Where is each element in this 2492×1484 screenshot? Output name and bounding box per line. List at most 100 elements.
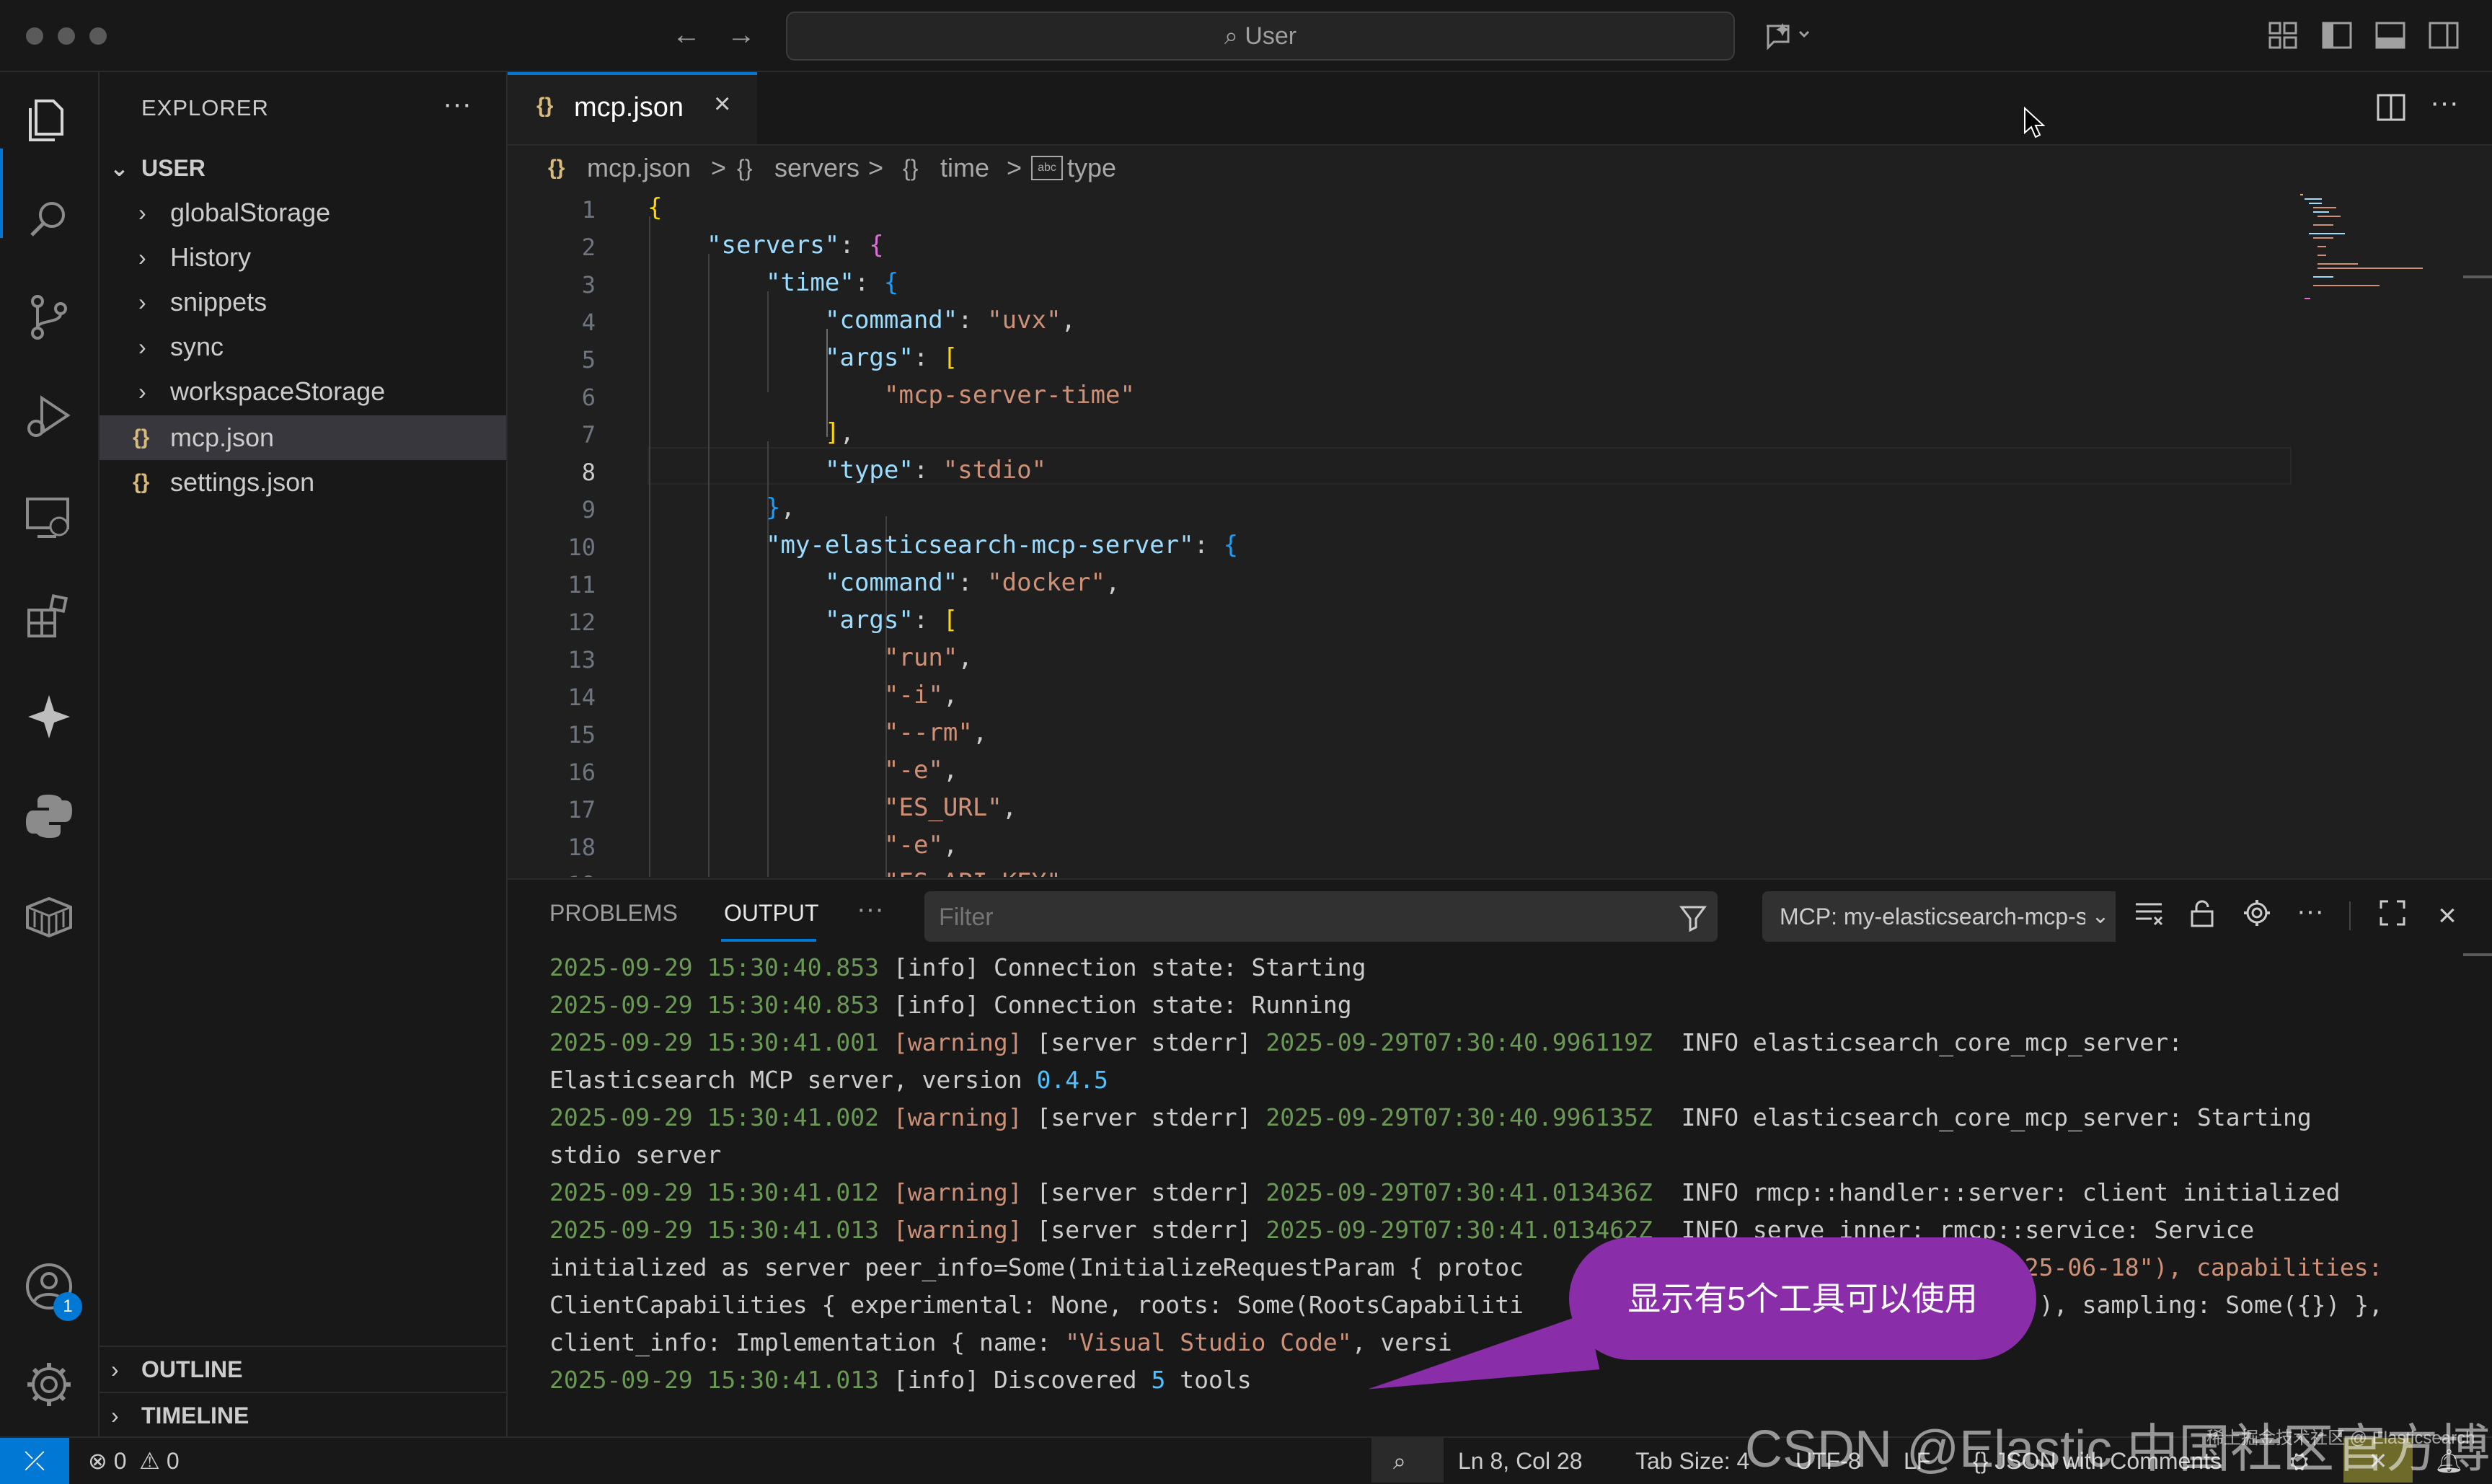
json-string: "ES_API_KEY", xyxy=(884,868,1076,877)
accounts-badge: 1 xyxy=(53,1292,82,1321)
timeline-section-header[interactable]: › TIMELINE xyxy=(100,1392,506,1438)
log-line: Elasticsearch MCP server, version 0.4.5 xyxy=(549,1066,1108,1094)
toggle-sidebar-icon[interactable] xyxy=(2320,19,2354,52)
panel-more-tabs-button[interactable]: ··· xyxy=(857,894,884,925)
tree-folder-sync[interactable]: › sync xyxy=(100,324,506,369)
active-tab-indicator xyxy=(721,939,816,942)
tree-file-mcp-json[interactable]: {} mcp.json xyxy=(100,415,506,460)
json-key: "args" xyxy=(825,343,914,372)
problems-status[interactable]: ⊗ 0 ⚠ 0 xyxy=(88,1438,180,1484)
toolbar-divider xyxy=(2349,901,2351,930)
chevron-down-icon: ⌄ xyxy=(110,155,129,181)
maximize-panel-icon[interactable] xyxy=(2374,897,2411,935)
zoom-icon: ⌕ xyxy=(1393,1448,1406,1474)
accounts-icon[interactable]: 1 xyxy=(20,1258,82,1321)
split-editor-icon[interactable] xyxy=(2375,91,2408,124)
log-line: 2025-09-29 15:30:41.002 [warning] [serve… xyxy=(549,1103,2312,1131)
window-close-button[interactable] xyxy=(26,27,43,45)
search-icon: ⌕ xyxy=(1224,22,1245,50)
toggle-secondary-sidebar-icon[interactable] xyxy=(2427,19,2460,52)
tree-folder-globalstorage[interactable]: › globalStorage xyxy=(100,190,506,235)
line-number: 19 xyxy=(508,871,596,877)
remote-explorer-icon[interactable] xyxy=(20,489,78,547)
source-control-icon[interactable] xyxy=(20,288,78,346)
log-line: 2025-09-29 15:30:40.853 [info] Connectio… xyxy=(549,953,1366,981)
arrow-left-icon[interactable]: ← xyxy=(668,16,705,53)
activity-bar: 1 xyxy=(0,72,100,1436)
run-debug-icon[interactable] xyxy=(20,388,78,446)
tree-root-user[interactable]: ⌄ USER xyxy=(100,146,506,190)
sidebar-more-actions-button[interactable]: ··· xyxy=(443,88,472,120)
remote-indicator-button[interactable]: ⤫ xyxy=(0,1438,69,1484)
panel-scrollbar[interactable] xyxy=(2463,953,2492,956)
search-icon[interactable] xyxy=(20,190,78,248)
json-string: "-e" xyxy=(884,831,943,860)
close-icon[interactable]: × xyxy=(714,88,730,120)
lock-scroll-icon[interactable] xyxy=(2183,897,2221,935)
explorer-icon[interactable] xyxy=(20,91,78,149)
log-line: 2025-09-29 15:30:41.013 [warning] [serve… xyxy=(549,1216,2255,1244)
filter-icon[interactable] xyxy=(1679,903,1707,932)
window-minimize-button[interactable] xyxy=(58,27,75,45)
tab-problems[interactable]: PROBLEMS xyxy=(549,900,678,927)
output-channel-select[interactable]: MCP: my-elasticsearch-mcp-server xyxy=(1762,891,2116,942)
tab-output[interactable]: OUTPUT xyxy=(724,900,819,927)
copilot-icon[interactable] xyxy=(1761,19,1810,52)
python-icon[interactable] xyxy=(20,787,78,845)
filter-input[interactable] xyxy=(924,891,1661,943)
line-number: 2 xyxy=(581,234,596,261)
chevron-down-icon[interactable]: ⌄ xyxy=(2085,891,2116,942)
tree-folder-workspacestorage[interactable]: › workspaceStorage xyxy=(100,369,506,414)
log-line: stdio server xyxy=(549,1141,722,1169)
code-editor[interactable]: 12345678910111213141516171819 { "servers… xyxy=(508,190,2492,877)
tree-folder-history[interactable]: › History xyxy=(100,235,506,280)
json-key: "my-elasticsearch-mcp-server" xyxy=(766,531,1194,560)
line-number: 8 xyxy=(581,459,596,486)
line-number: 14 xyxy=(567,684,596,711)
extensions-icon[interactable] xyxy=(20,588,78,646)
toggle-panel-icon[interactable] xyxy=(2374,19,2407,52)
cursor-position-status[interactable]: Ln 8, Col 28 xyxy=(1458,1438,1583,1484)
arrow-right-icon[interactable]: → xyxy=(723,16,760,53)
zoom-status[interactable]: ⌕ xyxy=(1371,1438,1444,1483)
command-center-search[interactable]: ⌕ User xyxy=(786,12,1735,61)
title-bar: ← → ⌕ User xyxy=(0,0,2492,72)
line-number: 18 xyxy=(567,834,596,861)
json-string: "uvx" xyxy=(987,306,1061,335)
tab-mcp-json[interactable]: {} mcp.json × xyxy=(508,72,757,144)
indent-guide xyxy=(708,254,710,877)
breadcrumb-separator: > xyxy=(868,153,884,182)
breadcrumb-item-servers[interactable]: servers xyxy=(774,146,860,190)
more-actions-icon[interactable]: ··· xyxy=(2292,893,2329,930)
minimap[interactable] xyxy=(2293,190,2437,306)
tree-folder-snippets[interactable]: › snippets xyxy=(100,280,506,324)
object-icon: {} xyxy=(737,155,753,181)
chevron-right-icon: › xyxy=(111,1356,119,1382)
breadcrumb-item-time[interactable]: time xyxy=(940,146,989,190)
line-number: 10 xyxy=(567,534,596,561)
json-file-icon: {} xyxy=(133,425,150,449)
json-string: "-e" xyxy=(884,756,943,785)
tree-file-settings-json[interactable]: {} settings.json xyxy=(100,460,506,505)
editor-scrollbar[interactable] xyxy=(2463,275,2492,278)
log-line: 2025-09-29 15:30:41.012 [warning] [serve… xyxy=(549,1178,2341,1206)
customize-layout-icon[interactable] xyxy=(2267,19,2300,52)
tab-size-status[interactable]: Tab Size: 4 xyxy=(1635,1438,1749,1484)
breadcrumb-item-type[interactable]: type xyxy=(1067,146,1116,190)
breadcrumb-item-file[interactable]: mcp.json xyxy=(587,146,691,190)
editor-more-actions-button[interactable]: ··· xyxy=(2430,87,2459,119)
window-maximize-button[interactable] xyxy=(89,27,107,45)
close-panel-icon[interactable]: × xyxy=(2429,897,2466,935)
tab-label: mcp.json xyxy=(574,92,684,123)
outline-section-header[interactable]: › OUTLINE xyxy=(100,1346,506,1392)
gear-icon[interactable] xyxy=(2238,897,2276,935)
chevron-right-icon: › xyxy=(138,289,146,315)
chevron-right-icon: › xyxy=(138,334,146,360)
json-string: "run" xyxy=(884,643,958,672)
gear-icon[interactable] xyxy=(20,1356,78,1413)
watermark-small: 稀土掘金技术社区 @ Elasticsearch xyxy=(2206,1428,2475,1448)
clear-output-icon[interactable] xyxy=(2130,897,2168,935)
containers-icon[interactable] xyxy=(20,887,78,945)
copilot-chat-icon[interactable] xyxy=(20,688,78,746)
line-number: 6 xyxy=(581,384,596,411)
